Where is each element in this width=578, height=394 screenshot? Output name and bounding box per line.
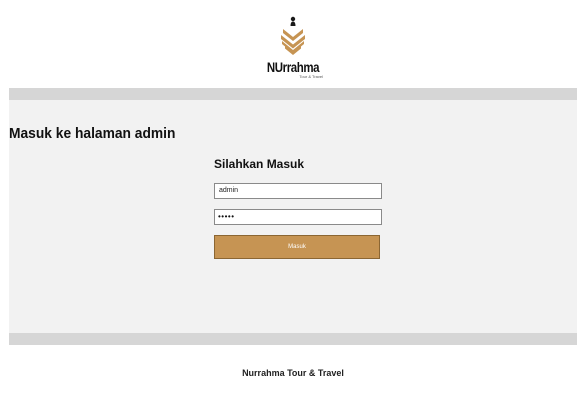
header: NUrrahma Tour & Travel [9,8,577,88]
password-mask: ••••• [218,212,235,221]
footer-divider [9,333,577,345]
brand-logo: NUrrahma Tour & Travel [257,14,329,84]
login-heading: Silahkan Masuk [214,157,305,171]
brand-tagline: Tour & Travel [299,74,323,79]
username-input[interactable] [214,183,382,199]
password-input[interactable]: ••••• [214,209,382,225]
header-divider [9,88,577,100]
nurrahma-logo-icon [281,16,305,55]
page-title: Masuk ke halaman admin [9,125,176,142]
footer: Nurrahma Tour & Travel [9,345,577,394]
login-button[interactable]: Masuk [214,235,380,259]
brand-name: NUrrahma [266,59,320,75]
footer-text: Nurrahma Tour & Travel [242,368,344,378]
page-container: NUrrahma Tour & Travel Masuk ke halaman … [9,8,577,394]
